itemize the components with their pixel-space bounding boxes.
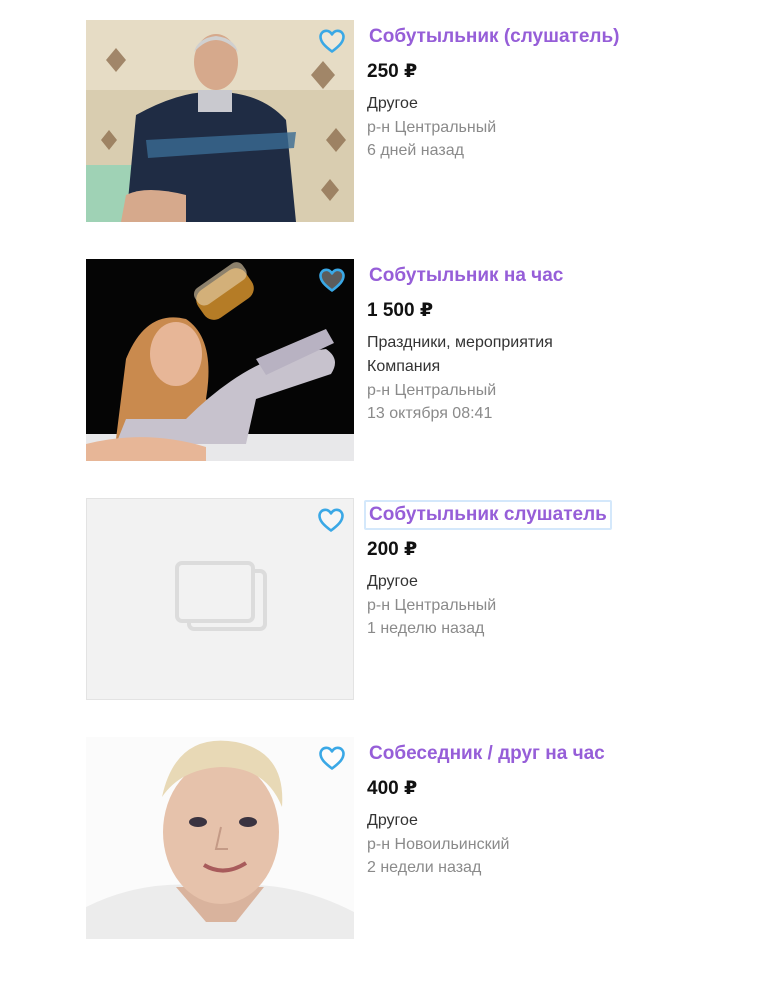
listing-photo[interactable] — [86, 737, 354, 939]
listing-price: 250 ₽ — [367, 61, 418, 82]
listing-info: Собутыльник слушатель 200 ₽ Другое р-н Ц… — [364, 498, 717, 640]
heart-icon[interactable] — [318, 267, 346, 293]
listing-info: Собеседник / друг на час 400 ₽ Другое р-… — [367, 737, 717, 879]
heart-icon[interactable] — [318, 745, 346, 771]
heart-icon[interactable] — [318, 28, 346, 54]
listing-price: 1 500 ₽ — [367, 300, 434, 321]
listing-category: Другое — [367, 812, 418, 829]
listing-district: р-н Центральный — [367, 597, 497, 614]
listing-info: Собутыльник (слушатель) 250 ₽ Другое р-н… — [367, 20, 717, 162]
listing-title[interactable]: Собутыльник слушатель — [364, 500, 612, 530]
listing-date: 2 недели назад — [367, 859, 482, 876]
listing-price: 200 ₽ — [367, 539, 418, 560]
listing-subcategory: Компания — [367, 358, 441, 375]
heart-icon[interactable] — [317, 507, 345, 533]
listing-title[interactable]: Собутыльник на час — [364, 261, 568, 291]
listing-card[interactable]: Собутыльник на час 1 500 ₽ Праздники, ме… — [86, 259, 726, 461]
listing-date: 13 октября 08:41 — [367, 405, 493, 422]
listing-district: р-н Центральный — [367, 382, 497, 399]
listing-category: Другое — [367, 95, 418, 112]
listing-date: 6 дней назад — [367, 142, 464, 159]
listing-title[interactable]: Собеседник / друг на час — [364, 739, 610, 769]
listing-photo[interactable] — [86, 20, 354, 222]
listing-district: р-н Центральный — [367, 119, 497, 136]
listing-category: Праздники, мероприятия — [367, 334, 553, 351]
listing-date: 1 неделю назад — [367, 620, 485, 637]
listing-card[interactable]: Собеседник / друг на час 400 ₽ Другое р-… — [86, 737, 726, 939]
listing-title[interactable]: Собутыльник (слушатель) — [364, 22, 624, 52]
young-man-selfie-photo — [86, 737, 354, 939]
listing-photo[interactable] — [86, 259, 354, 461]
listing-photo-placeholder[interactable] — [86, 498, 354, 700]
woman-drinking-photo — [86, 259, 354, 461]
man-on-sofa-photo — [86, 20, 354, 222]
listing-price: 400 ₽ — [367, 778, 418, 799]
no-photo-icon — [175, 561, 267, 631]
listing-info: Собутыльник на час 1 500 ₽ Праздники, ме… — [367, 259, 717, 425]
listing-card[interactable]: Собутыльник слушатель 200 ₽ Другое р-н Ц… — [86, 498, 726, 700]
listing-district: р-н Новоильинский — [367, 836, 510, 853]
listing-category: Другое — [367, 573, 418, 590]
listing-card[interactable]: Собутыльник (слушатель) 250 ₽ Другое р-н… — [86, 20, 726, 222]
